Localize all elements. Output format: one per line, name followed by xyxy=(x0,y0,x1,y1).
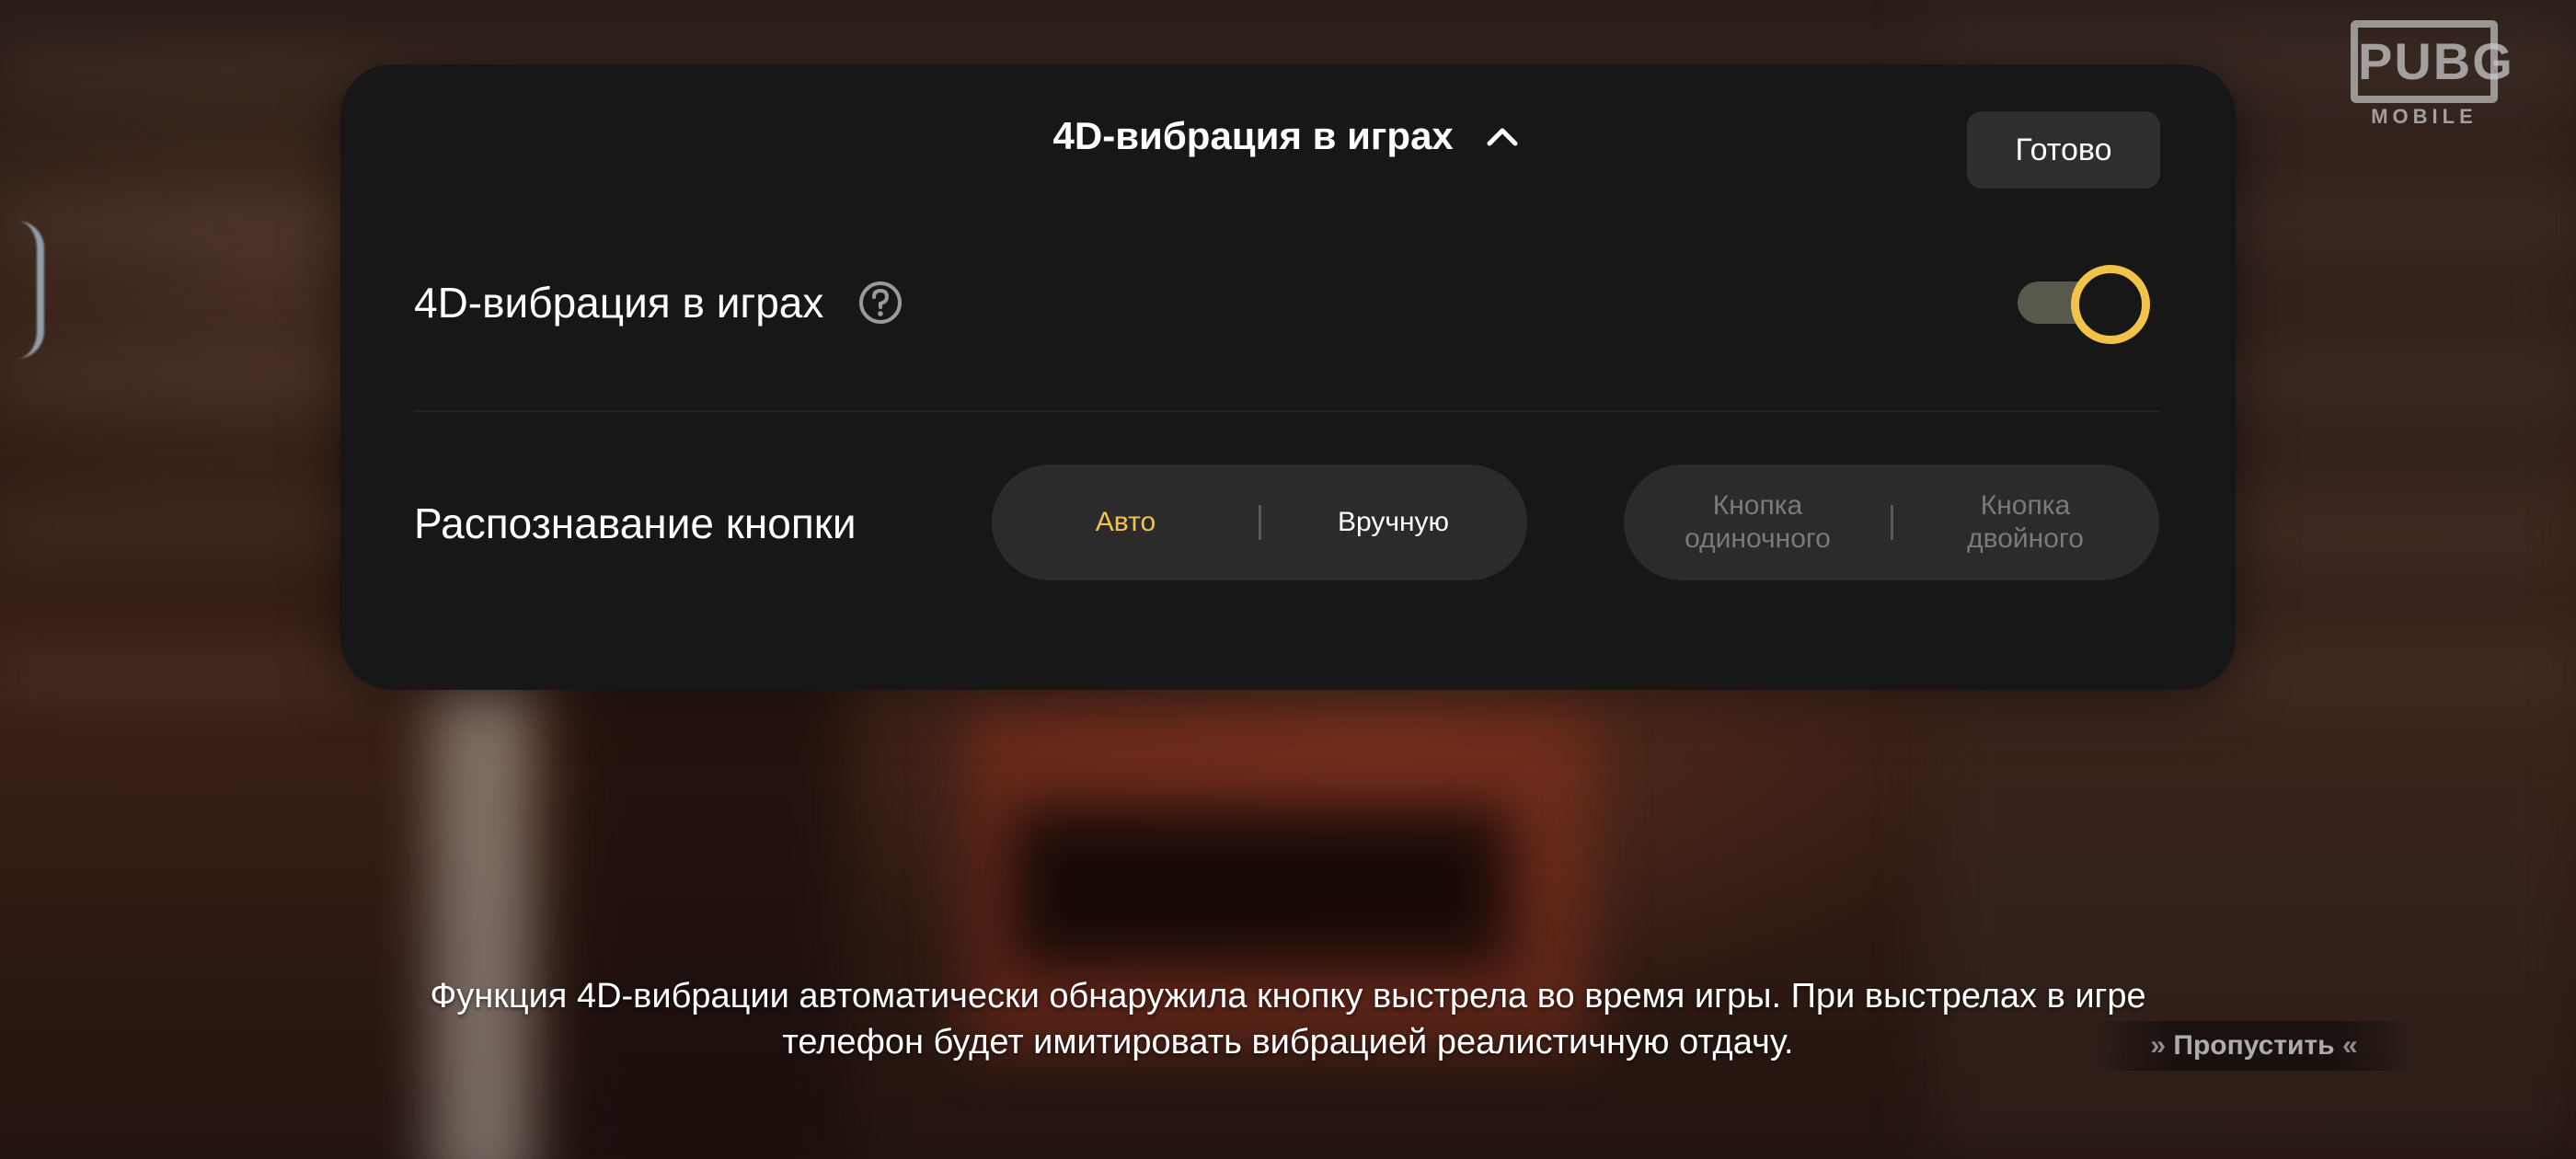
vibration-toggle[interactable] xyxy=(2018,265,2150,344)
mode-option-auto[interactable]: Авто xyxy=(992,465,1259,580)
divider xyxy=(414,410,2160,412)
skip-button[interactable]: » Пропустить « xyxy=(2088,1021,2420,1071)
logo-main: PUBG xyxy=(2351,20,2513,103)
toggle-knob xyxy=(2071,265,2150,344)
button-option-single[interactable]: Кнопка одиночного xyxy=(1624,465,1892,580)
button-option-double[interactable]: Кнопка двойного xyxy=(1892,465,2159,580)
tutorial-caption: Функция 4D-вибрации автоматически обнару… xyxy=(276,973,2300,1065)
recognition-label: Распознавание кнопки xyxy=(414,499,857,547)
skip-left-arrows-icon: » xyxy=(2150,1030,2167,1061)
help-icon[interactable] xyxy=(857,280,903,326)
mode-option-manual[interactable]: Вручную xyxy=(1259,465,1527,580)
caption-line-2: телефон будет имитировать вибрацией реал… xyxy=(782,1023,1794,1061)
vibration-label: 4D-вибрация в играх xyxy=(414,279,824,327)
skip-label: Пропустить xyxy=(2173,1030,2335,1061)
caption-line-1: Функция 4D-вибрации автоматически обнару… xyxy=(430,977,2146,1016)
game-hud-edge xyxy=(0,221,44,359)
done-button[interactable]: Готово xyxy=(1967,111,2160,189)
panel-title: 4D-вибрация в играх xyxy=(1052,113,1454,157)
button-type-selector: Кнопка одиночного Кнопка двойного xyxy=(1624,465,2159,580)
recognition-mode-selector: Авто Вручную xyxy=(992,465,1527,580)
panel-header[interactable]: 4D-вибрация в играх xyxy=(0,110,2576,159)
chevron-up-icon[interactable] xyxy=(1482,116,1523,156)
skip-right-arrows-icon: « xyxy=(2341,1030,2358,1061)
